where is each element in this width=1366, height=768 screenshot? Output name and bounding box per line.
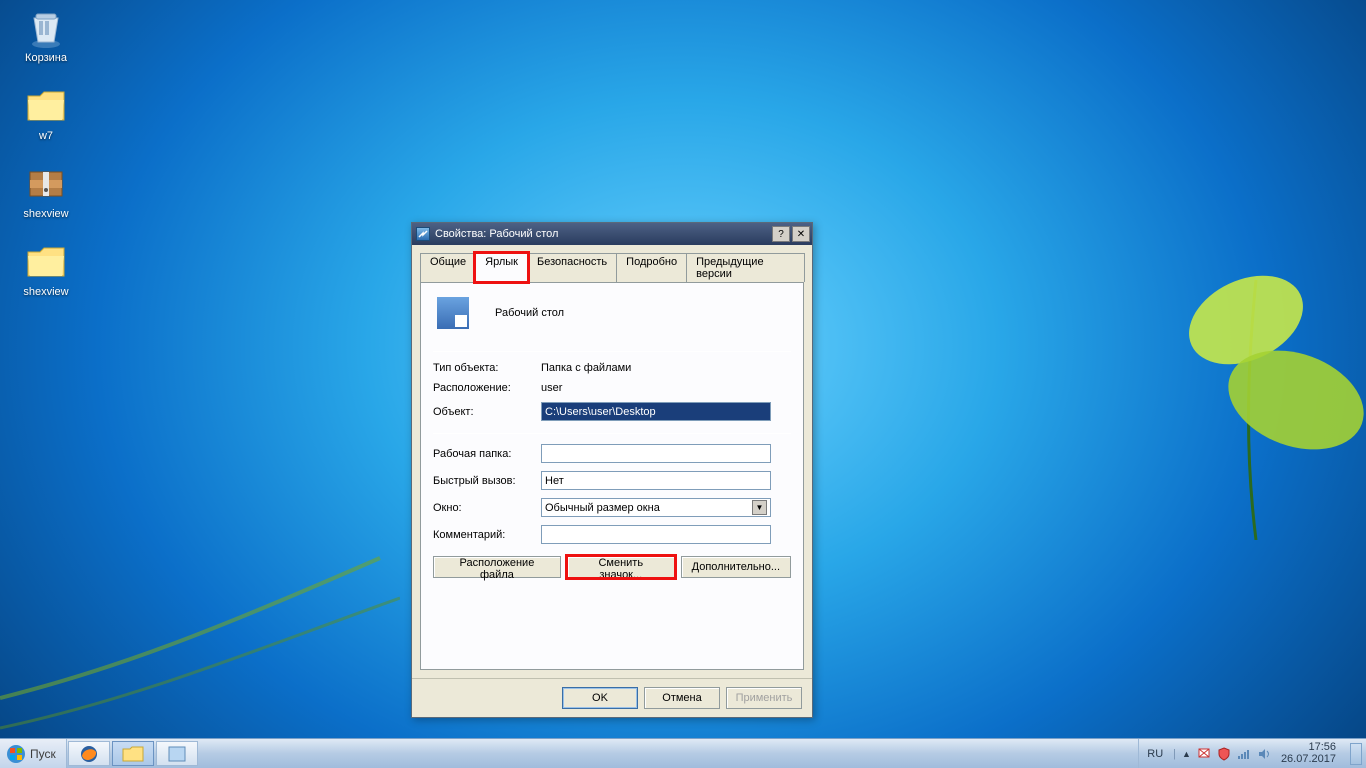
close-button[interactable]: ✕ — [792, 226, 810, 242]
taskbar-app[interactable] — [156, 741, 198, 766]
label-target: Объект: — [433, 406, 533, 418]
tab-shortcut[interactable]: Ярлык — [475, 253, 528, 282]
chevron-down-icon[interactable]: ▼ — [752, 500, 767, 515]
input-comment[interactable] — [541, 525, 771, 544]
clock-date[interactable]: 26.07.2017 — [1281, 754, 1336, 766]
network-icon[interactable] — [1237, 747, 1251, 761]
tab-body: Рабочий стол Тип объекта: Папка с файлам… — [420, 282, 804, 670]
windows-orb-icon — [6, 744, 26, 764]
value-type: Папка с файлами — [541, 362, 791, 374]
cancel-button[interactable]: Отмена — [644, 687, 720, 709]
desktop-icon-label: shexview — [23, 286, 68, 298]
show-desktop-button[interactable] — [1350, 743, 1362, 765]
desktop-icon-recycle-bin[interactable]: Корзина — [8, 6, 84, 64]
desktop-icons: Корзина w7 shexview shexvi — [8, 6, 84, 298]
language-indicator[interactable]: RU — [1143, 748, 1167, 760]
dialog-titlebar[interactable]: Свойства: Рабочий стол ? ✕ — [412, 223, 812, 245]
taskbar: Пуск RU | ▲ 17:56 26.07.2017 — [0, 738, 1366, 768]
tab-general[interactable]: Общие — [420, 253, 476, 282]
properties-dialog: Свойства: Рабочий стол ? ✕ Общие Ярлык Б… — [411, 222, 813, 718]
help-button[interactable]: ? — [772, 226, 790, 242]
change-icon-button[interactable]: Сменить значок... — [567, 556, 675, 578]
shortcut-icon — [437, 297, 469, 329]
input-target[interactable] — [541, 402, 771, 421]
combo-run[interactable]: Обычный размер окна ▼ — [541, 498, 771, 517]
open-file-location-button[interactable]: Расположение файла — [433, 556, 561, 578]
apply-button[interactable]: Применить — [726, 687, 802, 709]
label-type: Тип объекта: — [433, 362, 533, 374]
flag-icon[interactable] — [1197, 747, 1211, 761]
desktop-icon-shexview-folder[interactable]: shexview — [8, 240, 84, 298]
dialog-buttons: OK Отмена Применить — [412, 678, 812, 717]
label-shortcutkey: Быстрый вызов: — [433, 475, 533, 487]
clock-time[interactable]: 17:56 — [1308, 742, 1336, 754]
desktop-icon-label: shexview — [23, 208, 68, 220]
label-startin: Рабочая папка: — [433, 448, 533, 460]
shield-icon[interactable] — [1217, 747, 1231, 761]
desktop-icon-shexview-archive[interactable]: shexview — [8, 162, 84, 220]
label-comment: Комментарий: — [433, 529, 533, 541]
start-button[interactable]: Пуск — [0, 739, 67, 768]
start-label: Пуск — [30, 747, 56, 761]
input-startin[interactable] — [541, 444, 771, 463]
dialog-icon — [416, 227, 430, 241]
value-location: user — [541, 382, 791, 394]
taskbar-explorer[interactable] — [112, 741, 154, 766]
combo-run-value: Обычный размер окна — [545, 502, 660, 514]
tab-previous-versions[interactable]: Предыдущие версии — [686, 253, 805, 282]
input-shortcutkey[interactable] — [541, 471, 771, 490]
label-run: Окно: — [433, 502, 533, 514]
ok-button[interactable]: OK — [562, 687, 638, 709]
taskbar-firefox[interactable] — [68, 741, 110, 766]
desktop-icon-label: w7 — [39, 130, 53, 142]
shortcut-name: Рабочий стол — [495, 307, 564, 319]
wallpaper-leaf — [1106, 220, 1366, 540]
wallpaper-stem — [0, 438, 400, 738]
dialog-title: Свойства: Рабочий стол — [435, 228, 558, 240]
label-location: Расположение: — [433, 382, 533, 394]
tab-security[interactable]: Безопасность — [527, 253, 617, 282]
advanced-button[interactable]: Дополнительно... — [681, 556, 791, 578]
volume-icon[interactable] — [1257, 747, 1271, 761]
desktop-icon-label: Корзина — [25, 52, 67, 64]
tab-row: Общие Ярлык Безопасность Подробно Предыд… — [412, 245, 812, 282]
system-tray: RU | ▲ 17:56 26.07.2017 — [1138, 739, 1366, 768]
desktop-icon-folder-w7[interactable]: w7 — [8, 84, 84, 142]
tray-chevron-up-icon[interactable]: ▲ — [1182, 749, 1191, 759]
tab-details[interactable]: Подробно — [616, 253, 687, 282]
